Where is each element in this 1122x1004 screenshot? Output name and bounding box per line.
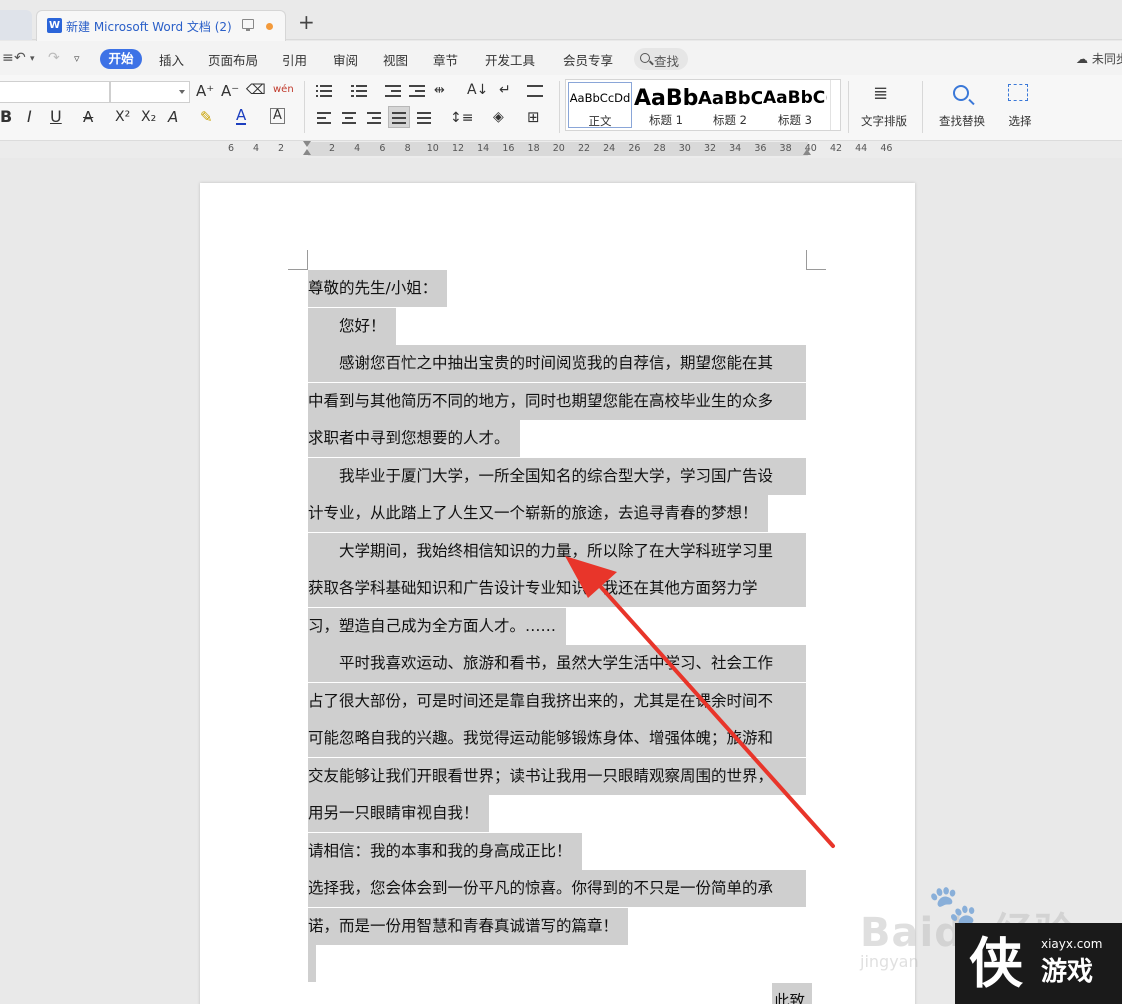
site-url: xiayx.com — [1041, 937, 1103, 951]
baidu-sub-text: jingyan — [860, 952, 919, 971]
arrow-shaft — [598, 584, 835, 848]
site-name: 游戏 — [1041, 957, 1094, 987]
game-site-watermark: 侠 xiayx.com 游戏 — [955, 923, 1122, 1004]
arrow-head — [565, 556, 617, 598]
site-logo: 侠 — [969, 932, 1023, 995]
red-arrow-annotation — [565, 556, 835, 848]
paw-icon: 🐾 — [928, 883, 978, 929]
